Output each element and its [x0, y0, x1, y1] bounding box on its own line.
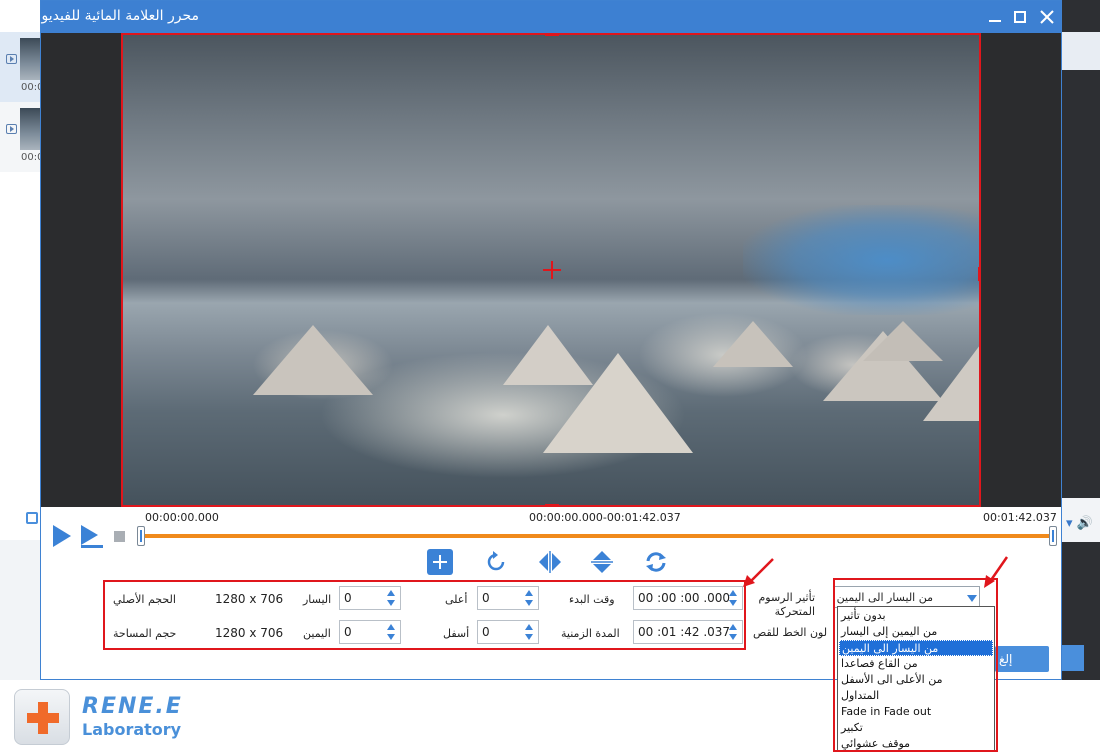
stepper-icon[interactable]	[522, 589, 536, 607]
volume-icon[interactable]: ▾ 🔊	[1066, 516, 1093, 531]
rotate-icon[interactable]	[483, 549, 509, 575]
timeline-end-time: 00:01:42.037	[983, 511, 1057, 524]
flip-horizontal-icon[interactable]	[537, 549, 563, 575]
left-label: اليسار	[303, 593, 332, 606]
animation-effect-label: تأثير الرسوم المتحركة	[758, 591, 815, 618]
timeline-start-time: 00:00:00.000	[145, 511, 219, 524]
lock-icon[interactable]	[26, 512, 38, 524]
video-icon	[6, 54, 17, 64]
clip-thumbnail	[20, 38, 42, 80]
crop-line-color-label: لون الخط للقص	[753, 626, 828, 639]
top-input[interactable]: 0	[477, 586, 539, 610]
salt-pile	[713, 321, 793, 367]
salt-pile	[543, 353, 693, 453]
close-button[interactable]	[1035, 5, 1059, 29]
window-title: محرر العلامة المائية للفيديو	[41, 8, 199, 24]
logo-name: RENE.E	[82, 694, 183, 719]
duration-input[interactable]: 00 :01 :42 .037	[633, 620, 743, 644]
timeline-track[interactable]	[139, 534, 1055, 538]
crop-region[interactable]	[121, 33, 981, 507]
timeline-start-handle[interactable]	[137, 526, 145, 546]
logo-sub: Laboratory	[82, 720, 182, 739]
salt-pile	[253, 325, 373, 395]
stepper-icon[interactable]	[726, 589, 740, 607]
right-input[interactable]: 0	[339, 620, 401, 644]
stepper-icon[interactable]	[726, 623, 740, 641]
area-size-label: حجم المساحة	[113, 627, 177, 640]
watermark-editor-dialog: محرر العلامة المائية للفيديو 00:00:00.00…	[40, 0, 1062, 752]
annotation-arrow-icon	[743, 558, 774, 587]
title-bar: محرر العلامة المائية للفيديو	[41, 1, 1061, 33]
add-icon[interactable]	[427, 549, 453, 575]
salt-pile	[923, 341, 979, 421]
play-segment-icon	[81, 525, 98, 545]
background-panel	[1062, 32, 1100, 70]
original-size-value: 1280 x 706	[215, 592, 284, 606]
refresh-icon[interactable]	[643, 549, 669, 575]
stepper-icon[interactable]	[384, 623, 398, 641]
background-preview-strip	[1062, 0, 1100, 754]
dropdown-highlight	[833, 578, 998, 752]
duration-label: المدة الزمنية	[561, 627, 620, 640]
crop-handle-top[interactable]	[545, 35, 559, 36]
close-icon	[1040, 10, 1054, 24]
maximize-button[interactable]	[1008, 5, 1032, 29]
crop-handle-right[interactable]	[978, 267, 979, 281]
timeline-end-handle[interactable]	[1049, 526, 1057, 546]
flip-vertical-icon[interactable]	[589, 549, 615, 575]
stepper-icon[interactable]	[522, 623, 536, 641]
minimize-button[interactable]	[983, 5, 1007, 29]
stepper-icon[interactable]	[384, 589, 398, 607]
clip-item[interactable]: 00:00	[0, 32, 50, 102]
stop-icon[interactable]	[114, 531, 125, 542]
video-preview	[41, 33, 1061, 507]
area-size-value: 1280 x 706	[215, 626, 284, 640]
video-frame-image	[743, 205, 979, 315]
video-icon	[6, 124, 17, 134]
background-button[interactable]	[1062, 645, 1084, 671]
start-time-label: وقت البدء	[569, 593, 615, 606]
clip-item[interactable]: 00:00	[0, 102, 50, 172]
timeline-range: 00:00:00.000-00:01:42.037	[529, 511, 681, 524]
rene-logo-icon	[14, 689, 70, 745]
start-time-input[interactable]: 00 :00 :00 .000	[633, 586, 743, 610]
top-label: أعلى	[445, 593, 468, 606]
center-crosshair-icon	[551, 261, 553, 279]
clip-list: 00:00 00:00	[0, 0, 50, 540]
cancel-button[interactable]: إلغ	[995, 646, 1049, 672]
clip-thumbnail	[20, 108, 42, 150]
left-input[interactable]: 0	[339, 586, 401, 610]
bottom-label: أسفل	[443, 627, 470, 640]
original-size-label: الحجم الأصلي	[113, 593, 176, 606]
bottom-input[interactable]: 0	[477, 620, 539, 644]
play-segment-button[interactable]	[81, 525, 105, 548]
play-icon[interactable]	[53, 525, 71, 547]
crop-handle-bottom[interactable]	[545, 504, 559, 505]
annotation-arrow-icon	[984, 556, 1009, 588]
right-label: اليمين	[303, 627, 331, 640]
